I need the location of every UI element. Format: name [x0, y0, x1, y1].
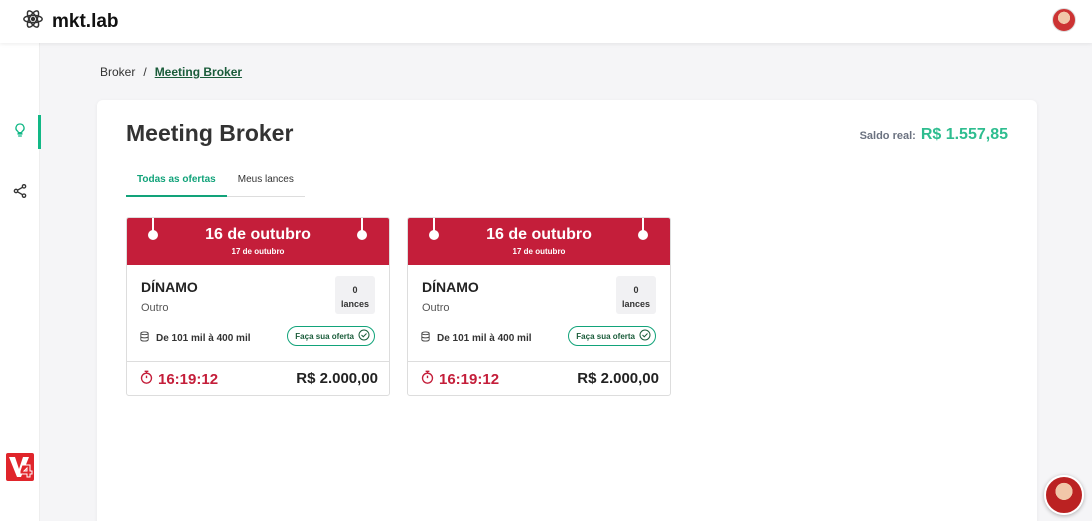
offer-card[interactable]: 16 de outubro 17 de outubro DÍNAMO Outro…	[126, 217, 390, 396]
v4-logo	[6, 453, 34, 481]
bids-count-badge: 0 lances	[616, 276, 656, 314]
revenue-range: De 101 mil à 400 mil	[420, 331, 532, 345]
calendar-pin-icon	[357, 218, 367, 240]
page-title: Meeting Broker	[126, 120, 294, 146]
bids-label: lances	[621, 299, 651, 309]
card-body: DÍNAMO Outro 0 lances De 101 mil à 400 m…	[408, 265, 670, 362]
card-category: Outro	[422, 302, 450, 314]
user-avatar[interactable]	[1052, 8, 1076, 32]
breadcrumb-root[interactable]: Broker	[100, 65, 135, 79]
tab-all-offers[interactable]: Todas as ofertas	[126, 167, 227, 197]
top-bar: mkt.lab	[0, 0, 1092, 43]
card-date: 16 de outubro	[486, 226, 592, 243]
range-text: De 101 mil à 400 mil	[156, 332, 251, 344]
calendar-pin-icon	[638, 218, 648, 240]
lightbulb-icon	[12, 122, 28, 143]
card-body: DÍNAMO Outro 0 lances De 101 mil à 400 m…	[127, 265, 389, 362]
check-circle-icon	[635, 329, 651, 343]
sidebar	[0, 43, 41, 521]
card-date: 16 de outubro	[205, 226, 311, 243]
bids-count: 0	[352, 285, 358, 295]
tabs: Todas as ofertas Meus lances	[126, 167, 305, 197]
offer-button-label: Faça sua oferta	[295, 331, 354, 341]
atom-icon	[22, 8, 44, 35]
stopwatch-icon	[420, 370, 439, 389]
revenue-range: De 101 mil à 400 mil	[139, 331, 251, 345]
card-footer: 16:19:12 R$ 2.000,00	[408, 362, 670, 395]
bids-count: 0	[633, 285, 639, 295]
balance-label: Saldo real:	[859, 130, 916, 142]
balance: Saldo real: R$ 1.557,85	[860, 126, 1008, 144]
breadcrumb-separator: /	[143, 65, 147, 79]
timer-value: 16:19:12	[158, 371, 219, 388]
offer-button-label: Faça sua oferta	[576, 331, 635, 341]
app-name: mkt.lab	[52, 10, 119, 32]
countdown-timer: 16:19:12	[420, 370, 499, 389]
make-offer-button[interactable]: Faça sua oferta	[287, 326, 375, 346]
stopwatch-icon	[139, 370, 158, 389]
breadcrumb: Broker / Meeting Broker	[100, 65, 242, 79]
sidebar-item-ideas[interactable]	[0, 115, 41, 149]
card-price: R$ 2.000,00	[296, 370, 378, 387]
card-header: 16 de outubro 17 de outubro	[127, 218, 389, 265]
countdown-timer: 16:19:12	[139, 370, 218, 389]
card-category: Outro	[141, 302, 169, 314]
range-text: De 101 mil à 400 mil	[437, 332, 532, 344]
bids-label: lances	[340, 299, 370, 309]
main-panel: Meeting Broker Saldo real: R$ 1.557,85 T…	[97, 100, 1037, 521]
card-name: DÍNAMO	[141, 279, 198, 295]
calendar-pin-icon	[148, 218, 158, 240]
calendar-pin-icon	[429, 218, 439, 240]
app-logo[interactable]: mkt.lab	[22, 8, 119, 35]
timer-value: 16:19:12	[439, 371, 500, 388]
sidebar-item-share[interactable]	[0, 176, 40, 210]
card-subdate: 17 de outubro	[512, 247, 566, 256]
breadcrumb-current[interactable]: Meeting Broker	[155, 65, 242, 79]
offer-card[interactable]: 16 de outubro 17 de outubro DÍNAMO Outro…	[407, 217, 671, 396]
database-icon	[420, 331, 437, 345]
check-circle-icon	[354, 329, 370, 343]
card-footer: 16:19:12 R$ 2.000,00	[127, 362, 389, 395]
balance-value: R$ 1.557,85	[920, 126, 1008, 143]
card-name: DÍNAMO	[422, 279, 479, 295]
tab-my-bids[interactable]: Meus lances	[227, 167, 305, 196]
card-subdate: 17 de outubro	[231, 247, 285, 256]
card-price: R$ 2.000,00	[577, 370, 659, 387]
chat-support-avatar[interactable]	[1044, 475, 1084, 515]
bids-count-badge: 0 lances	[335, 276, 375, 314]
card-header: 16 de outubro 17 de outubro	[408, 218, 670, 265]
share-icon	[12, 183, 28, 204]
make-offer-button[interactable]: Faça sua oferta	[568, 326, 656, 346]
database-icon	[139, 331, 156, 345]
